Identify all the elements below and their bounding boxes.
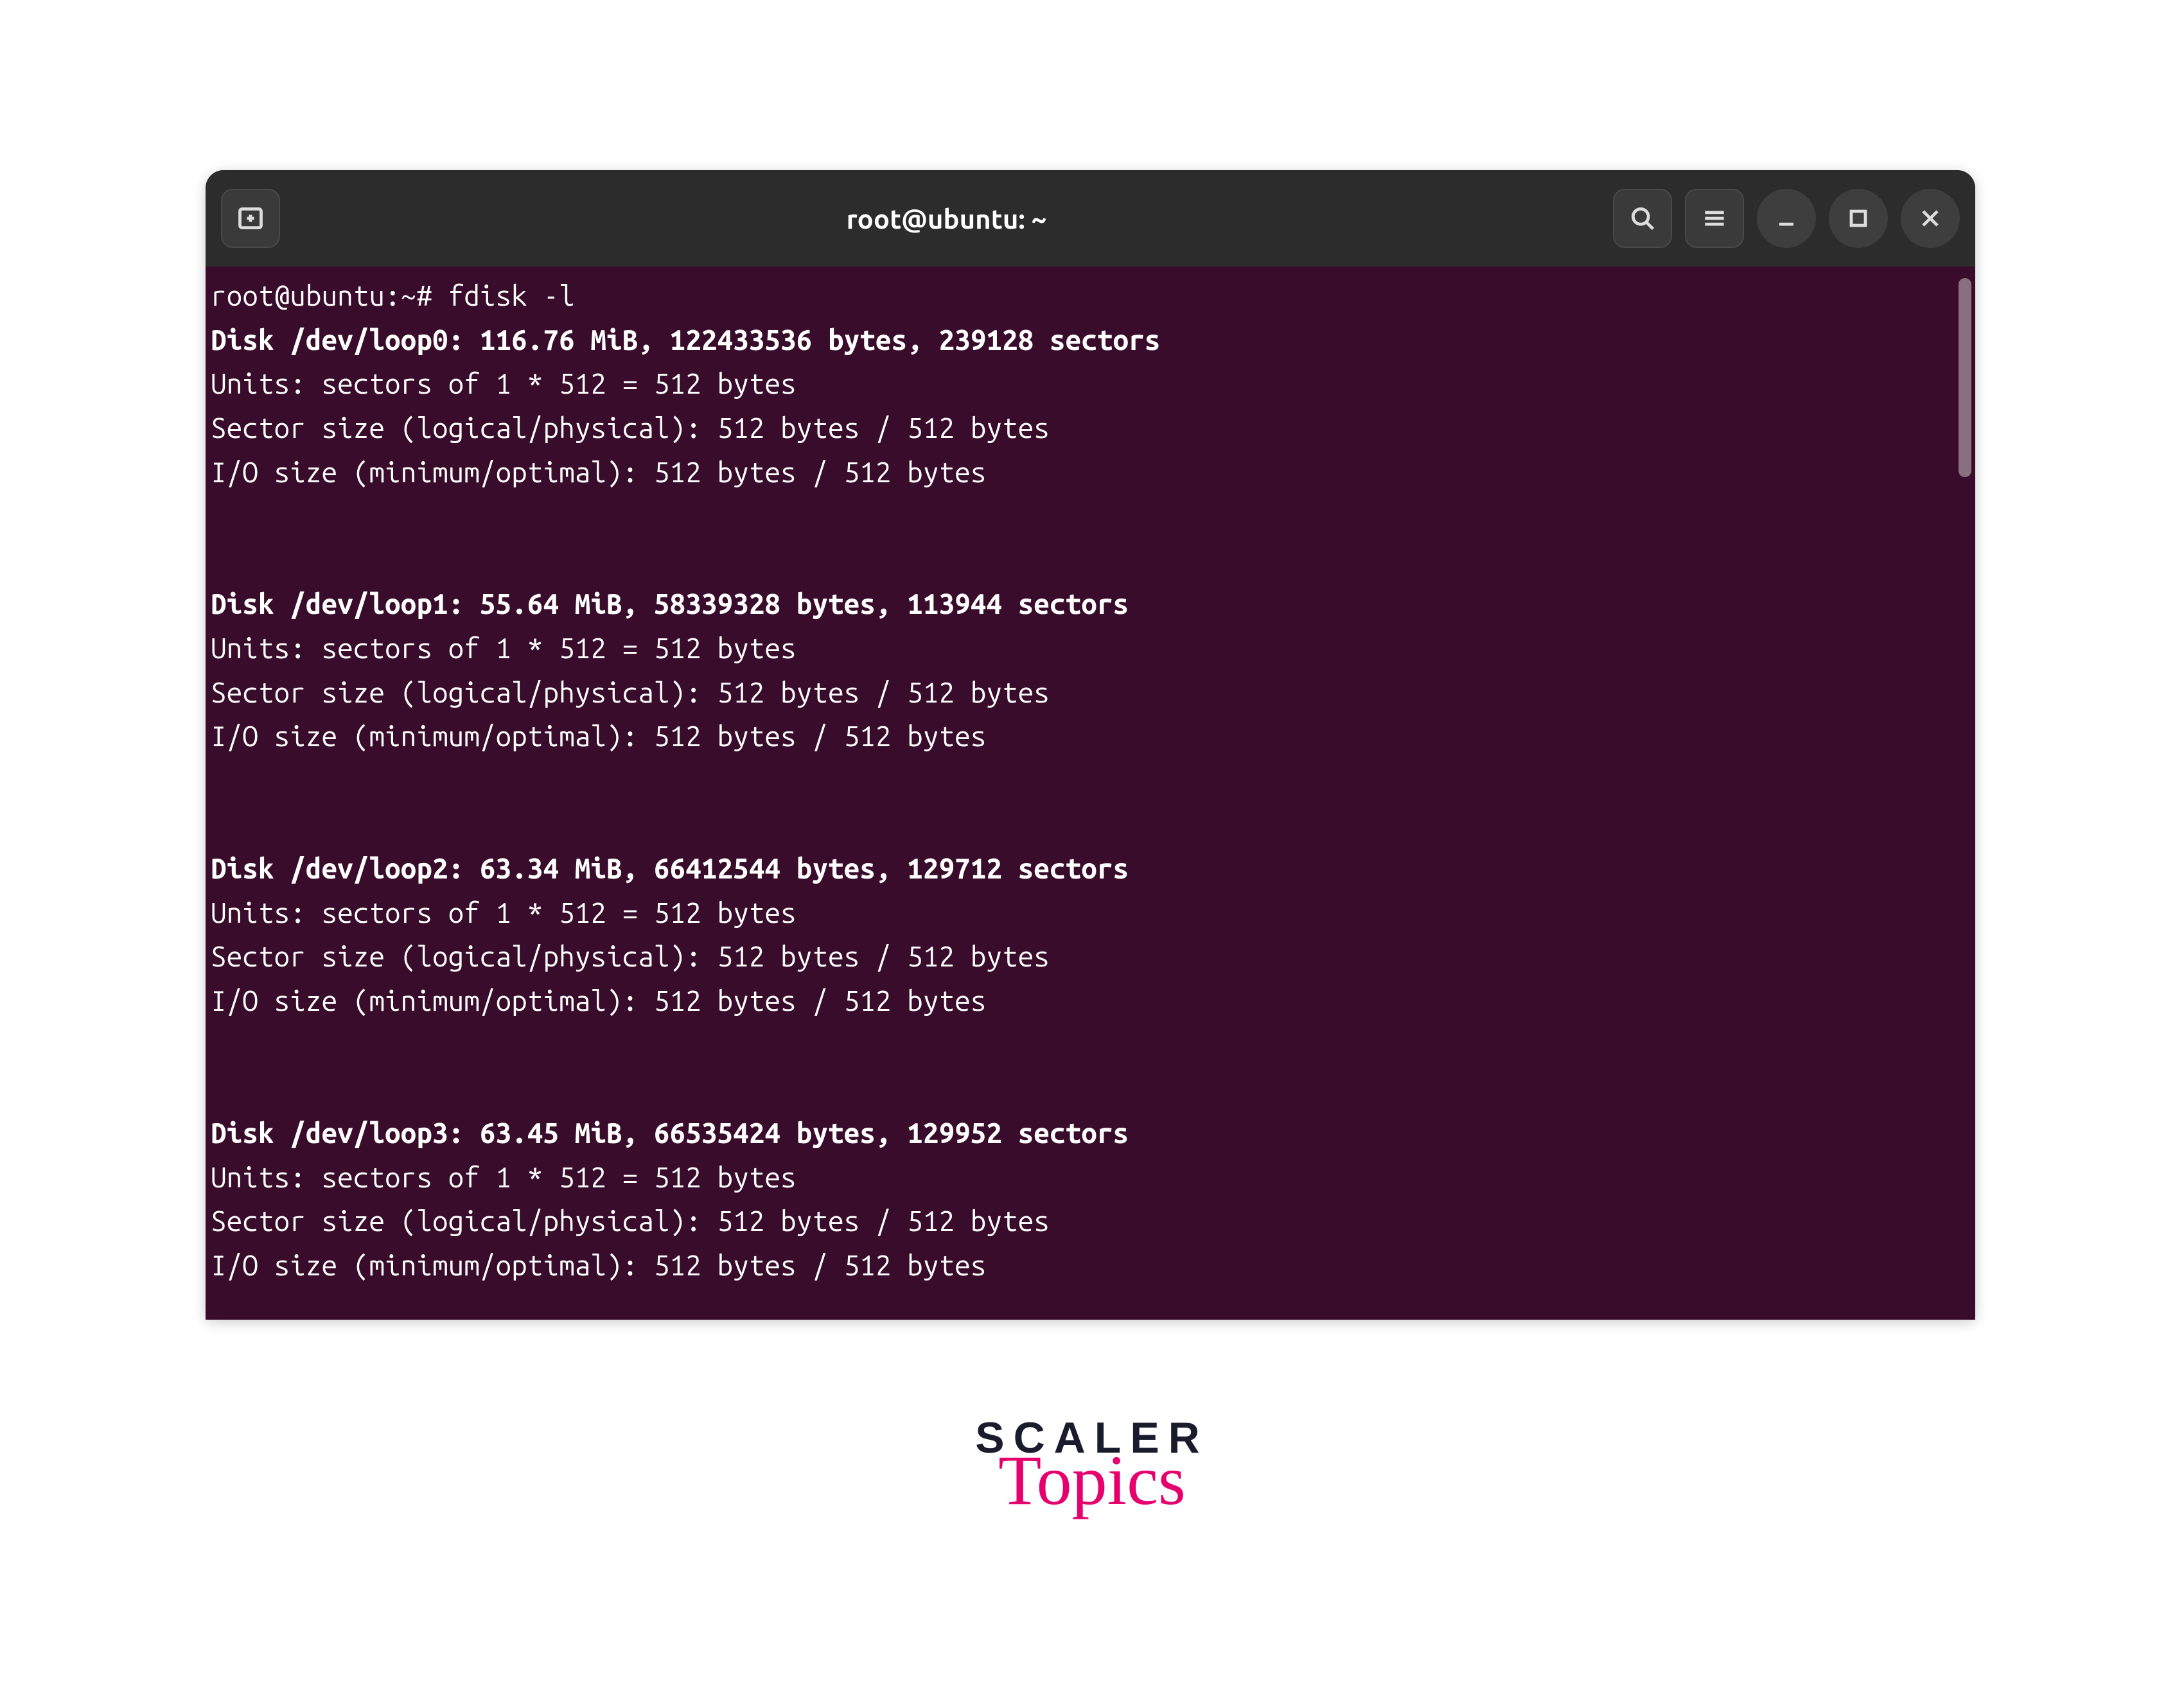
menu-button[interactable] xyxy=(1685,189,1744,248)
disk-sector: Sector size (logical/physical): 512 byte… xyxy=(211,671,1975,715)
hamburger-icon xyxy=(1700,204,1729,232)
disk-header: Disk /dev/loop2: 63.34 MiB, 66412544 byt… xyxy=(211,847,1975,891)
terminal-body[interactable]: root@ubuntu:~# fdisk -l Disk /dev/loop0:… xyxy=(206,267,1975,1320)
maximize-button[interactable] xyxy=(1829,189,1888,248)
disk-io: I/O size (minimum/optimal): 512 bytes / … xyxy=(211,715,1975,759)
window-title: root@ubuntu: ~ xyxy=(288,204,1605,234)
disk-sector: Sector size (logical/physical): 512 byte… xyxy=(211,407,1975,451)
prompt-line: root@ubuntu:~# fdisk -l xyxy=(211,274,1975,319)
new-tab-button[interactable] xyxy=(221,189,280,248)
close-button[interactable] xyxy=(1901,189,1960,248)
disk-io: I/O size (minimum/optimal): 512 bytes / … xyxy=(211,1244,1975,1288)
shell-prompt: root@ubuntu:~# xyxy=(211,280,448,311)
minimize-icon xyxy=(1772,204,1801,232)
command-text: fdisk -l xyxy=(448,280,575,311)
search-icon xyxy=(1628,204,1657,232)
disk-units: Units: sectors of 1 * 512 = 512 bytes xyxy=(211,362,1975,407)
titlebar[interactable]: root@ubuntu: ~ xyxy=(206,170,1975,267)
new-tab-icon xyxy=(236,204,265,232)
disk-io: I/O size (minimum/optimal): 512 bytes / … xyxy=(211,451,1975,495)
disk-sector: Sector size (logical/physical): 512 byte… xyxy=(211,935,1975,979)
maximize-icon xyxy=(1844,204,1872,232)
disk-sector: Sector size (logical/physical): 512 byte… xyxy=(211,1200,1975,1244)
disk-units: Units: sectors of 1 * 512 = 512 bytes xyxy=(211,1156,1975,1200)
close-icon xyxy=(1916,204,1944,232)
terminal-window: root@ubuntu: ~ xyxy=(206,170,1975,1320)
disk-header: Disk /dev/loop0: 116.76 MiB, 122433536 b… xyxy=(211,319,1975,363)
disk-header: Disk /dev/loop3: 63.45 MiB, 66535424 byt… xyxy=(211,1112,1975,1156)
watermark-line2: Topics xyxy=(975,1445,1209,1516)
scrollbar-thumb[interactable] xyxy=(1959,278,1971,477)
disk-header: Disk /dev/loop1: 55.64 MiB, 58339328 byt… xyxy=(211,582,1975,627)
watermark-logo: SCALER Topics xyxy=(975,1413,1209,1516)
disk-io: I/O size (minimum/optimal): 512 bytes / … xyxy=(211,979,1975,1024)
disk-units: Units: sectors of 1 * 512 = 512 bytes xyxy=(211,627,1975,671)
search-button[interactable] xyxy=(1613,189,1672,248)
disk-units: Units: sectors of 1 * 512 = 512 bytes xyxy=(211,891,1975,936)
minimize-button[interactable] xyxy=(1757,189,1816,248)
